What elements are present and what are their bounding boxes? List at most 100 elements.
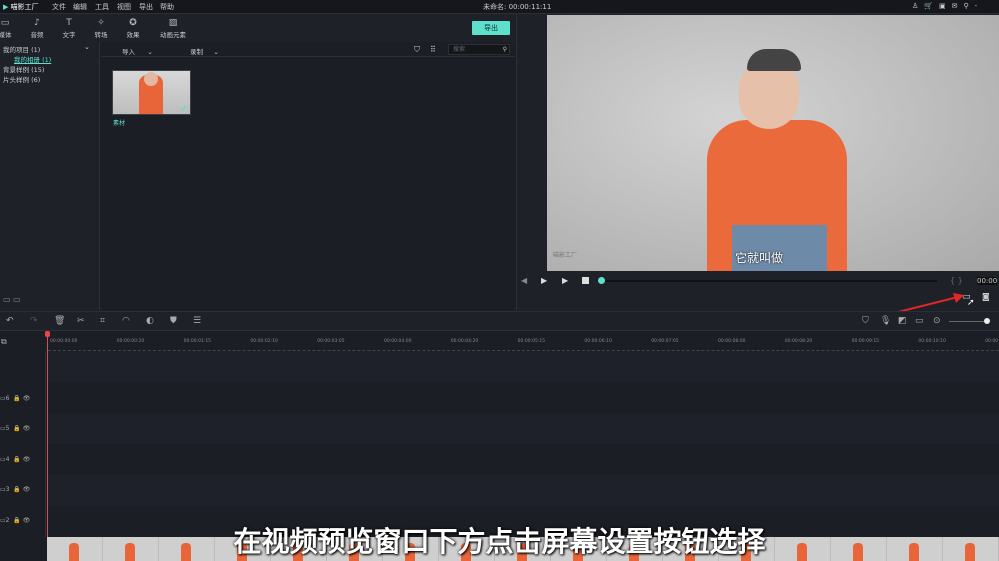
zoom-slider-handle[interactable]: [984, 318, 990, 324]
import-dropdown[interactable]: 导入 ⌄: [122, 46, 153, 56]
transition-icon: ✧: [97, 18, 105, 28]
text-icon: T: [66, 18, 72, 28]
play-step-button[interactable]: ▶: [541, 276, 547, 285]
undo-icon[interactable]: ↶: [6, 316, 14, 326]
lock-icon[interactable]: 🔒: [13, 395, 20, 402]
tab-elements[interactable]: ▨ 动画元素: [158, 18, 188, 39]
speed-icon[interactable]: ◠: [122, 316, 130, 326]
track-number: 4: [5, 456, 10, 463]
menu-view[interactable]: 视图: [117, 2, 131, 12]
export-button[interactable]: 导出: [472, 21, 510, 35]
tab-transition[interactable]: ✧ 转场: [86, 18, 116, 39]
track-lane[interactable]: [47, 444, 999, 475]
scrubber-handle[interactable]: [598, 277, 605, 284]
ruler-tick-label: 00:00:00:20: [116, 339, 145, 344]
sidebar-item-intros[interactable]: 片头样例 (6): [3, 74, 40, 84]
track-lane[interactable]: [47, 413, 999, 444]
app-logo: ▶ 喵影工厂: [3, 3, 39, 11]
eye-icon[interactable]: 👁: [23, 486, 31, 493]
mark-in-out-icon[interactable]: { }: [950, 276, 963, 285]
track-number: 6: [5, 395, 10, 402]
track-lane[interactable]: [47, 351, 999, 382]
marker-icon[interactable]: ⛉: [862, 316, 869, 326]
grid-icon[interactable]: ⠿: [430, 45, 436, 54]
ruler-tick-label: 00:00:06:10: [584, 339, 612, 344]
play-button[interactable]: ▶: [562, 276, 568, 285]
effects-icon: ✪: [129, 18, 137, 28]
ruler-tick-label: 00:00:00:00: [50, 339, 78, 344]
track-header: ▭4 🔒 👁: [0, 456, 31, 463]
ruler-tick-label: 00:00:05:15: [517, 339, 546, 344]
record-dropdown[interactable]: 录制 ⌄: [190, 46, 219, 56]
eye-icon[interactable]: 👁: [23, 425, 31, 432]
ruler-tick-label: 00:00:02:10: [250, 339, 278, 344]
track-header: ▭6 🔒 👁: [0, 395, 31, 402]
tab-label: 动画元素: [160, 31, 186, 39]
tab-label: 文字: [62, 31, 76, 39]
track-header: ▭3 🔒 👁: [0, 486, 31, 493]
ruler-tick-label: 00:00:04:00: [384, 339, 412, 344]
menu-file[interactable]: 文件: [52, 2, 66, 12]
tab-audio[interactable]: ♪ 音频: [22, 18, 52, 39]
project-title: 未命名: 00:00:11:11: [483, 3, 552, 11]
subtitle-icon[interactable]: ▭: [915, 316, 924, 326]
color-icon[interactable]: ◐: [146, 316, 154, 326]
mouse-cursor-icon: ➚: [967, 298, 975, 308]
overlay-icon[interactable]: ◩: [898, 316, 907, 326]
zoom-slider[interactable]: [949, 321, 989, 322]
ruler-tick-label: 00:00:08:20: [784, 339, 813, 344]
snapshot-camera-icon[interactable]: ◙: [982, 292, 990, 301]
chevron-down-icon[interactable]: ⌄: [84, 43, 90, 51]
delete-icon[interactable]: 🗑: [54, 316, 65, 326]
microphone-icon[interactable]: 🎙: [880, 316, 891, 326]
zoom-fit-icon[interactable]: ⊙: [933, 316, 941, 326]
track-header: ▭5 🔒 👁: [0, 425, 31, 432]
lock-icon[interactable]: 🔒: [13, 425, 20, 432]
search-input[interactable]: 搜索 ⚲: [448, 44, 510, 55]
menu-edit[interactable]: 编辑: [73, 2, 87, 12]
green-screen-icon[interactable]: ⛊: [170, 316, 177, 326]
lock-icon[interactable]: 🔒: [13, 456, 20, 463]
audio-mixer-icon[interactable]: ☰: [193, 316, 201, 326]
playhead[interactable]: [47, 332, 48, 537]
top-right-icons[interactable]: ♙🛒▣✉⚲-: [912, 2, 983, 10]
import-label: 导入: [122, 48, 135, 56]
ruler-tick-label: 00:00:01:15: [183, 339, 212, 344]
tab-effects[interactable]: ✪ 效果: [118, 18, 148, 39]
eye-icon[interactable]: 👁: [23, 395, 31, 402]
clip-face: [144, 72, 158, 86]
playback-scrubber[interactable]: [600, 280, 937, 282]
crop-icon[interactable]: ⌗: [100, 316, 105, 326]
filter-icon[interactable]: ⛉: [414, 45, 420, 55]
clip-label: 素材: [113, 120, 126, 127]
tab-text[interactable]: T 文字: [54, 18, 84, 39]
sidebar-item-backgrounds[interactable]: 背景样例 (15): [3, 64, 44, 74]
eye-icon[interactable]: 👁: [23, 456, 31, 463]
cut-icon[interactable]: ✂: [77, 316, 85, 326]
media-clip-thumbnail[interactable]: ✔: [112, 70, 191, 115]
new-folder-icon[interactable]: ▭ ▭: [3, 295, 21, 304]
sidebar-item-my-album[interactable]: 我的相册 (1): [14, 54, 51, 64]
record-label: 录制: [190, 48, 203, 56]
logo-text: 喵影工厂: [10, 3, 39, 11]
sidebar-item-my-projects[interactable]: 我的项目 (1): [3, 44, 40, 54]
tab-label: 转场: [94, 31, 108, 39]
stop-button[interactable]: [582, 277, 589, 284]
search-icon[interactable]: ⚲: [503, 45, 507, 54]
add-track-icon[interactable]: ⧉: [1, 337, 7, 347]
tab-label: 音频: [30, 31, 44, 39]
track-lane[interactable]: [47, 382, 999, 413]
folder-icon: ▭: [0, 18, 10, 28]
prev-frame-button[interactable]: ◀: [521, 276, 527, 285]
lock-icon[interactable]: 🔒: [13, 486, 20, 493]
menu-tools[interactable]: 工具: [95, 2, 109, 12]
menu-help[interactable]: 帮助: [160, 2, 174, 12]
tab-media[interactable]: ▭ 媒体: [0, 18, 20, 39]
ruler-tick-label: 00:00:03:05: [317, 339, 345, 344]
menu-export[interactable]: 导出: [139, 2, 153, 12]
track-lane[interactable]: [47, 475, 999, 506]
check-icon: ✔: [180, 104, 188, 114]
playhead-handle[interactable]: [45, 331, 50, 337]
redo-icon[interactable]: ↷: [30, 316, 38, 326]
tab-label: 媒体: [0, 31, 12, 39]
